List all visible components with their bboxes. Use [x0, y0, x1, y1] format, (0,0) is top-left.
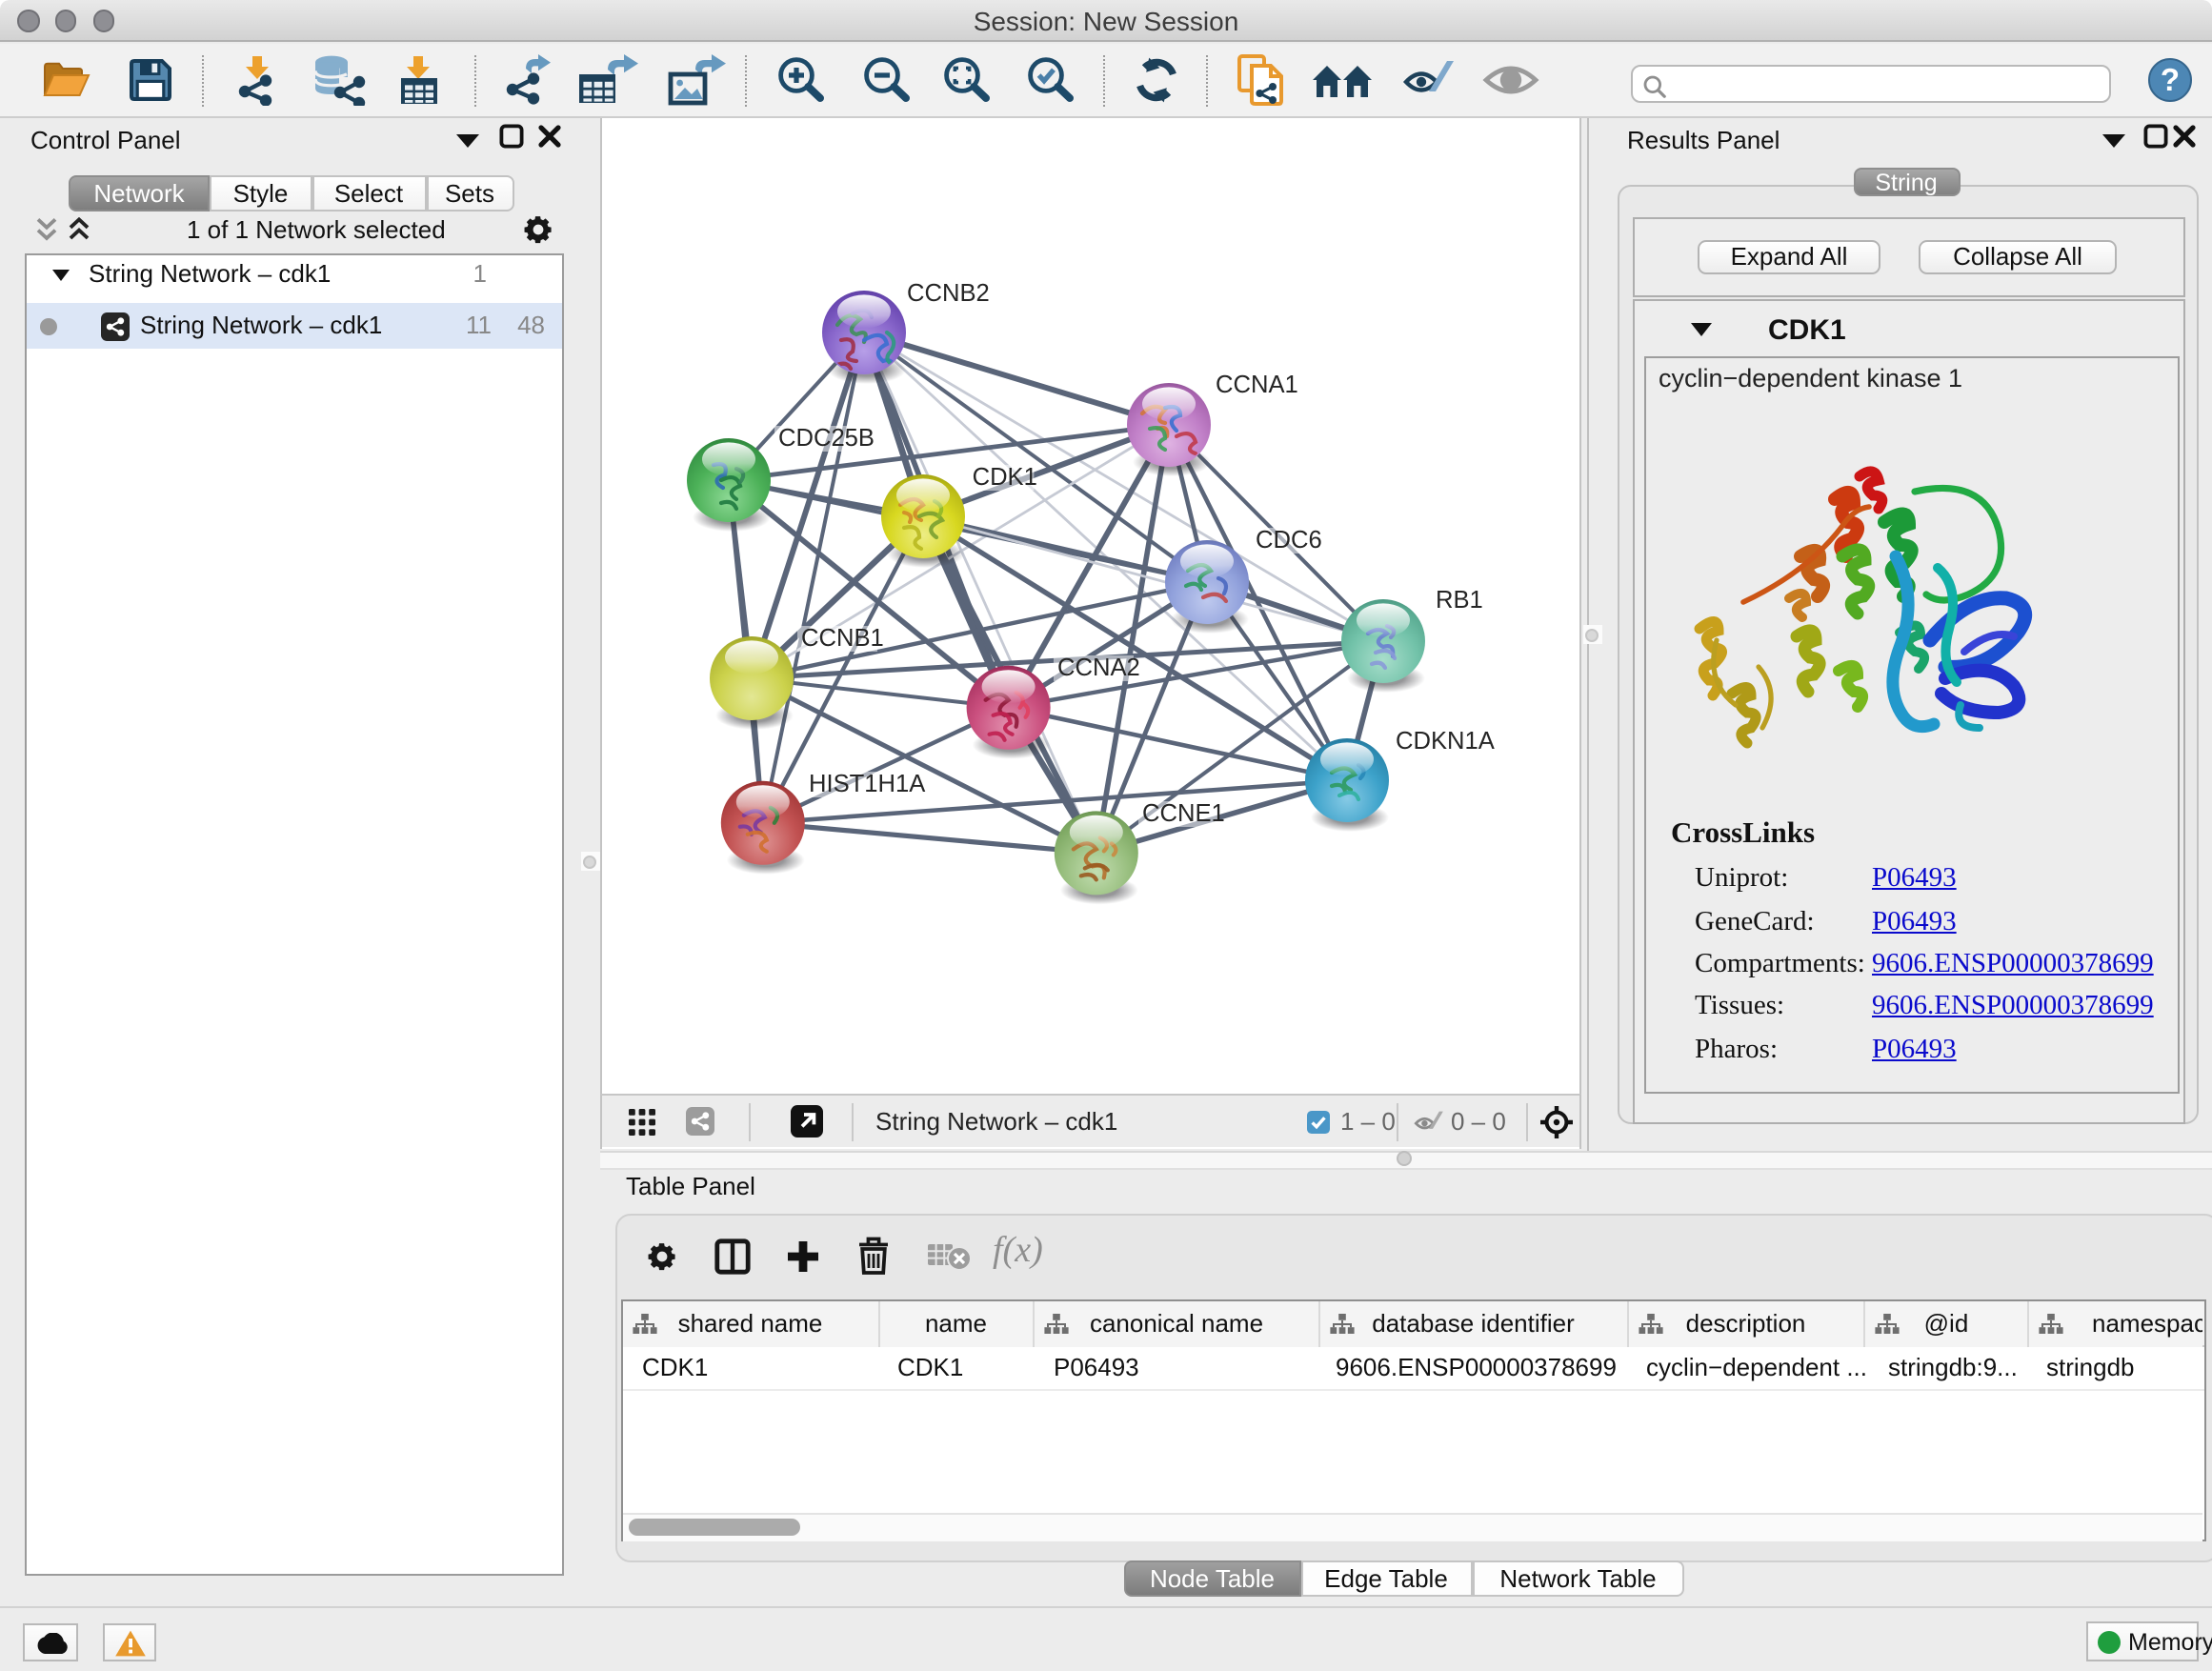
svg-text:CCNA2: CCNA2 — [1056, 654, 1139, 681]
svg-text:RB1: RB1 — [1435, 587, 1482, 614]
svg-text:?: ? — [2160, 62, 2179, 97]
svg-text:CCNA1: CCNA1 — [1215, 372, 1297, 398]
svg-text:CCNB2: CCNB2 — [906, 280, 989, 307]
svg-text:CDK1: CDK1 — [972, 464, 1036, 491]
svg-text:HIST1H1A: HIST1H1A — [808, 771, 925, 797]
svg-text:CCNB1: CCNB1 — [800, 625, 883, 652]
svg-text:CCNE1: CCNE1 — [1141, 800, 1224, 827]
svg-text:CDC6: CDC6 — [1255, 527, 1321, 554]
svg-text:CDKN1A: CDKN1A — [1395, 728, 1495, 755]
svg-text:CDC25B: CDC25B — [777, 425, 874, 452]
